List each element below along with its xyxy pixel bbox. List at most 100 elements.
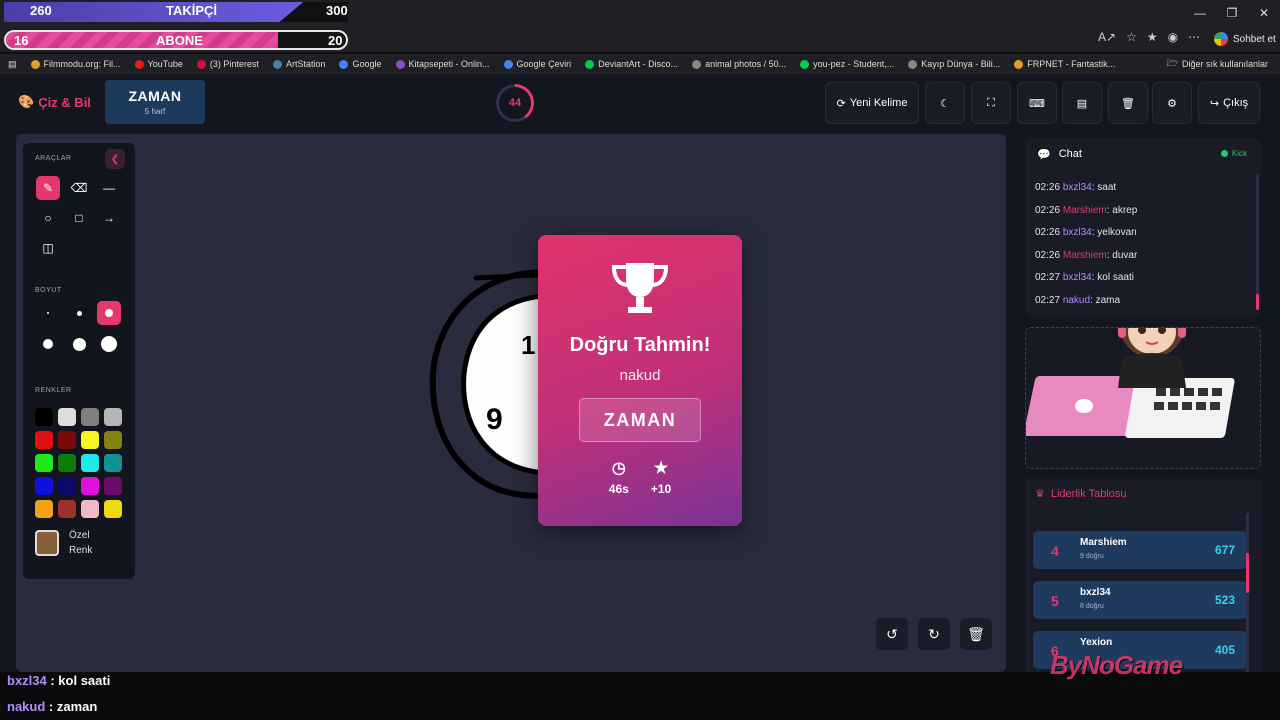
drawing-canvas[interactable]: ARAÇLAR ❮ ✎ ⌫ — ○ □ → ◫ BOYUT RENKLER Öz… — [16, 134, 1006, 672]
bookmark-item[interactable]: you-pez - Student,... — [800, 59, 894, 69]
artstation-icon — [272, 59, 282, 69]
undo-button[interactable]: ↺ — [876, 618, 908, 650]
fill-tool[interactable]: ◫ — [36, 236, 60, 260]
color-swatch[interactable] — [81, 454, 99, 472]
size-5[interactable] — [67, 332, 91, 356]
custom-color-picker[interactable]: Özel Renk — [35, 521, 123, 565]
comments-icon: 💬 — [1037, 148, 1051, 161]
bookmark-label: YouTube — [147, 59, 183, 69]
chat-message-user[interactable]: bxzl34 — [1063, 227, 1092, 238]
clear-button[interactable]: 🗑 — [1108, 82, 1148, 124]
size-4[interactable] — [36, 332, 60, 356]
favorite-star-icon[interactable]: ☆ — [1126, 30, 1137, 44]
rectangle-tool[interactable]: □ — [67, 206, 91, 230]
chat-scrollbar[interactable] — [1256, 174, 1259, 310]
bookmark-label: Filmmodu.org: Fil... — [43, 59, 121, 69]
line-tool[interactable]: — — [97, 176, 121, 200]
chat-message-text: : saat — [1091, 182, 1117, 193]
color-swatch[interactable] — [35, 454, 53, 472]
chat-message-time: 02:26 — [1035, 182, 1063, 193]
chevron-left-icon: ❮ — [110, 153, 120, 165]
logo-text: Çiz & Bil — [38, 94, 91, 110]
color-swatch[interactable] — [35, 500, 53, 518]
color-swatch[interactable] — [58, 454, 76, 472]
color-swatch[interactable] — [35, 408, 53, 426]
brush-tool[interactable]: ✎ — [36, 176, 60, 200]
new-word-button[interactable]: ⟳ Yeni Kelime — [825, 82, 919, 124]
read-aloud-icon[interactable]: A↗ — [1098, 30, 1116, 44]
color-swatch[interactable] — [104, 431, 122, 449]
size-1[interactable] — [36, 301, 60, 325]
bookmark-item[interactable]: Kayıp Dünya - Bili... — [908, 59, 1000, 69]
color-swatch[interactable] — [58, 408, 76, 426]
settings-button[interactable]: ⚙ — [1152, 82, 1192, 124]
keyboard-button[interactable]: ⌨ — [1017, 82, 1057, 124]
color-swatch[interactable] — [81, 500, 99, 518]
color-swatch[interactable] — [104, 454, 122, 472]
color-swatch[interactable] — [58, 431, 76, 449]
color-swatch[interactable] — [81, 408, 99, 426]
bookmark-item[interactable]: Google Çeviri — [503, 59, 571, 69]
close-icon[interactable]: ✕ — [1248, 0, 1280, 26]
color-swatch[interactable] — [35, 431, 53, 449]
size-3[interactable] — [97, 301, 121, 325]
color-swatch[interactable] — [104, 408, 122, 426]
bookmark-item[interactable]: (3) Pinterest — [196, 59, 259, 69]
game-app: 🎨 Çiz & Bil ZAMAN 5 harf 44 ⟳ Yeni Kelime … — [0, 74, 1280, 682]
redo-button[interactable]: ↻ — [918, 618, 950, 650]
chat-message: 02:27 bxzl34: kol saati — [1035, 272, 1134, 283]
exit-button[interactable]: ↪ Çıkış — [1198, 82, 1260, 124]
copilot-button[interactable]: Sohbet et — [1214, 32, 1276, 46]
subscriber-label: ABONE — [156, 33, 203, 48]
bookmark-item[interactable]: Kitapsepeti - Onlin... — [395, 59, 490, 69]
custom-color-swatch[interactable] — [35, 530, 59, 556]
clear-canvas-button[interactable]: 🗑 — [960, 618, 992, 650]
profile-icon[interactable]: ◉ — [1168, 30, 1178, 44]
collapse-tools-button[interactable]: ❮ — [105, 149, 125, 169]
tab-list-icon[interactable]: ▤ — [8, 59, 17, 70]
app-logo[interactable]: 🎨 Çiz & Bil — [18, 94, 91, 110]
minimize-icon[interactable]: — — [1184, 0, 1216, 26]
bookmark-item[interactable]: ArtStation — [272, 59, 325, 69]
bookmark-favicon — [1014, 59, 1024, 69]
leaderboard-scrollbar[interactable] — [1246, 513, 1249, 681]
bookmark-item[interactable]: Google — [339, 59, 382, 69]
chat-message-user[interactable]: nakud — [1063, 295, 1090, 306]
color-swatch[interactable] — [35, 477, 53, 495]
chat-message-user[interactable]: Marshiem — [1063, 250, 1107, 261]
canvas-actions: ↺ ↻ 🗑 — [876, 618, 992, 650]
trash-icon: 🗑 — [967, 625, 985, 642]
color-swatch[interactable] — [104, 477, 122, 495]
bookmark-item[interactable]: Filmmodu.org: Fil... — [30, 59, 121, 69]
other-bookmarks[interactable]: 🗁 Diğer sık kullanılanlar — [1167, 54, 1268, 74]
chat-message-user[interactable]: Marshiem — [1063, 205, 1107, 216]
chat-message-text: : duvar — [1106, 249, 1138, 261]
color-swatch[interactable] — [81, 431, 99, 449]
chat-message-user[interactable]: bxzl34 — [1063, 272, 1092, 283]
bookmark-item[interactable]: DeviantArt - Disco... — [585, 59, 678, 69]
bookmark-label: Google — [352, 59, 382, 69]
favorites-icon[interactable]: ★ — [1147, 30, 1158, 44]
size-6[interactable] — [97, 332, 121, 356]
chat-message-user[interactable]: bxzl34 — [1063, 182, 1092, 193]
size-title: BOYUT — [35, 287, 62, 294]
size-2[interactable] — [67, 301, 91, 325]
color-swatch[interactable] — [58, 477, 76, 495]
restore-icon[interactable]: ❐ — [1216, 0, 1248, 26]
more-icon[interactable]: ⋯ — [1188, 30, 1200, 44]
fullscreen-button[interactable]: ⛶ — [971, 82, 1011, 124]
chat-message: 02:26 Marshiem: akrep — [1035, 205, 1137, 216]
bookmark-item[interactable]: animal photos / 50... — [692, 59, 786, 69]
color-swatch[interactable] — [58, 500, 76, 518]
color-swatch[interactable] — [81, 477, 99, 495]
archive-button[interactable]: ▤ — [1062, 82, 1102, 124]
bookmark-item[interactable]: YouTube — [134, 59, 183, 69]
dark-mode-button[interactable]: ☾ — [925, 82, 965, 124]
circle-tool[interactable]: ○ — [36, 206, 60, 230]
arrow-tool[interactable]: → — [97, 206, 121, 230]
google-icon — [339, 59, 349, 69]
eraser-tool[interactable]: ⌫ — [67, 176, 91, 200]
bookmark-item[interactable]: FRPNET - Fantastik... — [1014, 59, 1115, 69]
chat-message-time: 02:27 — [1035, 272, 1063, 284]
color-swatch[interactable] — [104, 500, 122, 518]
